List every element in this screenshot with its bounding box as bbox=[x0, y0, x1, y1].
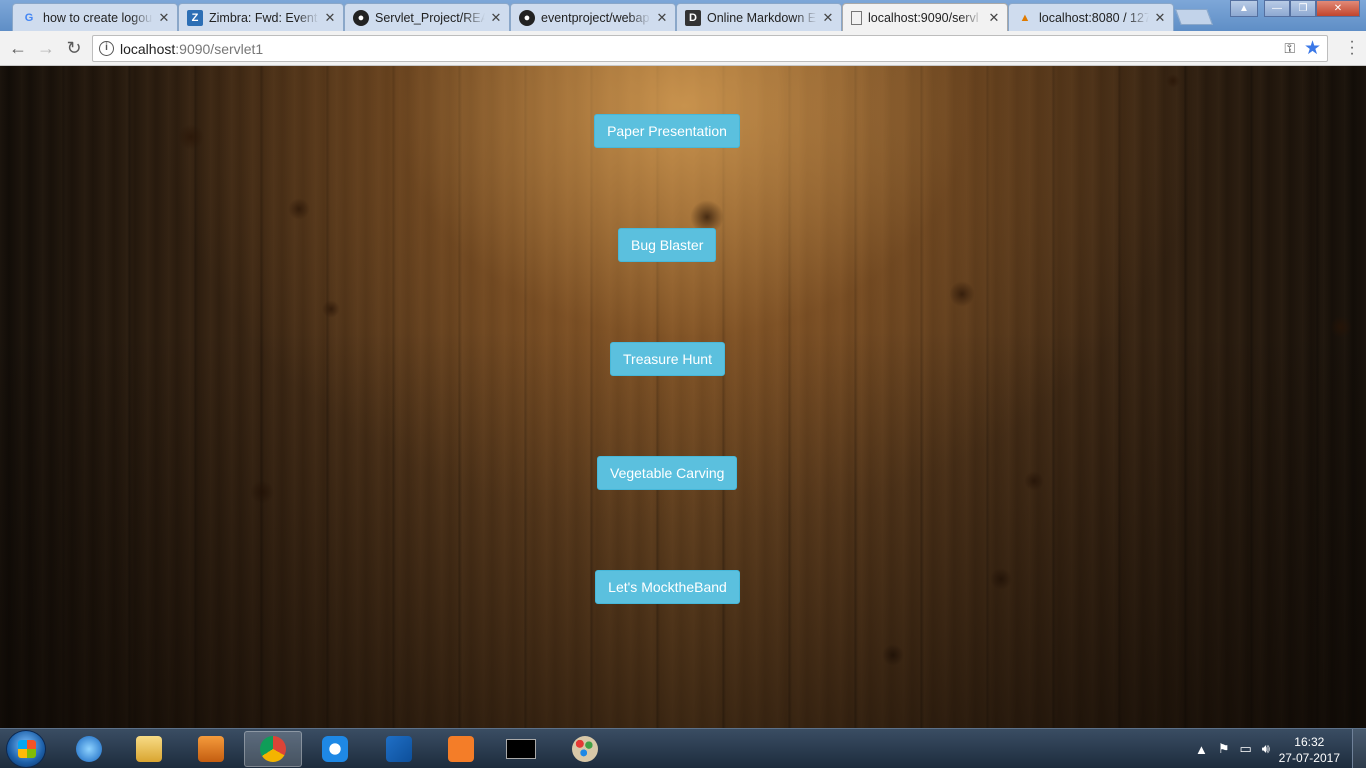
browser-toolbar: ← → ↻ i localhost:9090/servlet1 ⚿ ★ · · · bbox=[0, 31, 1366, 66]
tab-localhost-9090[interactable]: localhost:9090/servl ✕ bbox=[842, 3, 1008, 31]
close-icon[interactable]: ✕ bbox=[489, 10, 503, 26]
url-host: localhost bbox=[120, 41, 176, 57]
back-button[interactable]: ← bbox=[6, 36, 30, 60]
wood-knot bbox=[250, 480, 274, 504]
taskbar: ▲ ⚑ ▭ 🔊︎ 16:32 27-07-2017 bbox=[0, 728, 1366, 768]
tab-label: localhost:8080 / 127 bbox=[1039, 10, 1149, 25]
show-desktop-button[interactable] bbox=[1352, 729, 1366, 768]
command-prompt-icon bbox=[506, 739, 536, 759]
taskbar-paint[interactable] bbox=[556, 731, 614, 767]
wood-knot bbox=[322, 300, 340, 318]
vegetable-carving-button[interactable]: Vegetable Carving bbox=[597, 456, 737, 490]
reload-button[interactable]: ↻ bbox=[62, 36, 86, 60]
tab-github-eventproject[interactable]: ● eventproject/webap ✕ bbox=[510, 3, 676, 31]
tab-localhost-8080[interactable]: ▲ localhost:8080 / 127 ✕ bbox=[1008, 3, 1174, 31]
page-icon bbox=[851, 10, 862, 25]
github-icon: ● bbox=[519, 9, 535, 26]
tab-label: Servlet_Project/REA bbox=[375, 10, 485, 25]
close-icon[interactable]: ✕ bbox=[987, 10, 1001, 26]
clock-date: 27-07-2017 bbox=[1278, 751, 1340, 765]
url-text[interactable]: localhost:9090/servlet1 bbox=[120, 41, 263, 57]
app-icon bbox=[322, 736, 348, 762]
bug-blaster-button[interactable]: Bug Blaster bbox=[618, 228, 716, 262]
close-icon[interactable]: ✕ bbox=[323, 10, 337, 26]
taskbar-xampp[interactable] bbox=[432, 731, 490, 767]
zimbra-icon: Z bbox=[187, 9, 203, 26]
tab-strip: G how to create logou ✕ Z Zimbra: Fwd: E… bbox=[0, 0, 1366, 31]
github-icon: ● bbox=[353, 9, 369, 26]
forward-button[interactable]: → bbox=[34, 36, 58, 60]
lets-mocktheband-button[interactable]: Let's MocktheBand bbox=[595, 570, 740, 604]
folder-icon bbox=[136, 736, 162, 762]
wood-knot bbox=[1025, 470, 1043, 492]
info-icon[interactable]: i bbox=[99, 41, 114, 56]
tab-label: how to create logou bbox=[43, 10, 153, 25]
close-icon[interactable]: ✕ bbox=[1153, 10, 1167, 26]
chrome-icon bbox=[260, 736, 286, 762]
taskbar-media-player[interactable] bbox=[182, 731, 240, 767]
google-icon: G bbox=[24, 11, 34, 24]
phpmyadmin-icon: ▲ bbox=[1019, 11, 1031, 24]
media-player-icon bbox=[198, 736, 224, 762]
tab-label: localhost:9090/servl bbox=[868, 10, 979, 25]
key-icon[interactable]: ⚿ bbox=[1284, 40, 1295, 57]
new-tab-button[interactable] bbox=[1175, 9, 1213, 25]
tab-google[interactable]: G how to create logou ✕ bbox=[12, 3, 178, 31]
taskbar-chrome[interactable] bbox=[244, 731, 302, 767]
minimize-button[interactable]: — bbox=[1264, 0, 1290, 17]
close-icon[interactable]: ✕ bbox=[655, 10, 669, 26]
url-path: :9090/servlet1 bbox=[175, 41, 264, 57]
taskbar-app[interactable] bbox=[306, 731, 364, 767]
tab-label: eventproject/webap bbox=[541, 10, 650, 25]
tab-label: Online Markdown E bbox=[707, 10, 817, 25]
volume-icon[interactable]: 🔊︎ bbox=[1262, 741, 1270, 757]
system-tray: ▲ ⚑ ▭ 🔊︎ bbox=[1195, 729, 1270, 768]
taskbar-ie[interactable] bbox=[60, 731, 118, 767]
wood-knot bbox=[990, 568, 1012, 590]
network-icon[interactable]: ▭ bbox=[1240, 741, 1252, 757]
treasure-hunt-button[interactable]: Treasure Hunt bbox=[610, 342, 725, 376]
page-content: Paper Presentation Bug Blaster Treasure … bbox=[0, 66, 1366, 728]
paper-presentation-button[interactable]: Paper Presentation bbox=[594, 114, 740, 148]
close-icon[interactable]: ✕ bbox=[157, 10, 171, 26]
menu-icon[interactable]: · · · bbox=[1348, 34, 1356, 62]
wood-knot bbox=[882, 644, 904, 666]
dillinger-icon: D bbox=[685, 9, 701, 26]
tab-zimbra[interactable]: Z Zimbra: Fwd: Event ✕ bbox=[178, 3, 344, 31]
show-hidden-icons-icon[interactable]: ▲ bbox=[1195, 742, 1208, 757]
taskbar-cmd[interactable] bbox=[492, 731, 550, 767]
tab-label: Zimbra: Fwd: Event bbox=[209, 10, 318, 25]
wood-knot bbox=[288, 198, 310, 220]
user-icon[interactable]: ▲ bbox=[1230, 0, 1258, 17]
address-bar[interactable]: i localhost:9090/servlet1 ⚿ ★ bbox=[92, 35, 1328, 62]
start-button[interactable] bbox=[6, 730, 46, 768]
tab-github-servlet[interactable]: ● Servlet_Project/REA ✕ bbox=[344, 3, 510, 31]
action-center-flag-icon[interactable]: ⚑ bbox=[1218, 741, 1230, 757]
clock[interactable]: 16:32 27-07-2017 bbox=[1279, 734, 1340, 766]
paint-icon bbox=[572, 736, 598, 762]
internet-explorer-icon bbox=[76, 736, 102, 762]
wood-knot bbox=[178, 124, 204, 150]
visual-studio-icon bbox=[386, 736, 412, 762]
close-icon[interactable]: ✕ bbox=[821, 10, 835, 26]
clock-time: 16:32 bbox=[1294, 735, 1325, 749]
close-window-button[interactable]: ✕ bbox=[1316, 0, 1360, 17]
taskbar-explorer[interactable] bbox=[120, 731, 178, 767]
wood-knot bbox=[1166, 74, 1180, 88]
windows-logo-icon bbox=[18, 740, 36, 758]
wood-knot bbox=[1330, 316, 1352, 338]
window-controls: ▲ — ❐ ✕ bbox=[1230, 0, 1360, 17]
wood-knot bbox=[950, 280, 974, 308]
taskbar-visual-studio[interactable] bbox=[370, 731, 428, 767]
bookmark-star-icon[interactable]: ★ bbox=[1304, 37, 1321, 60]
xampp-icon bbox=[448, 736, 474, 762]
tab-markdown[interactable]: D Online Markdown E ✕ bbox=[676, 3, 842, 31]
maximize-button[interactable]: ❐ bbox=[1290, 0, 1316, 17]
